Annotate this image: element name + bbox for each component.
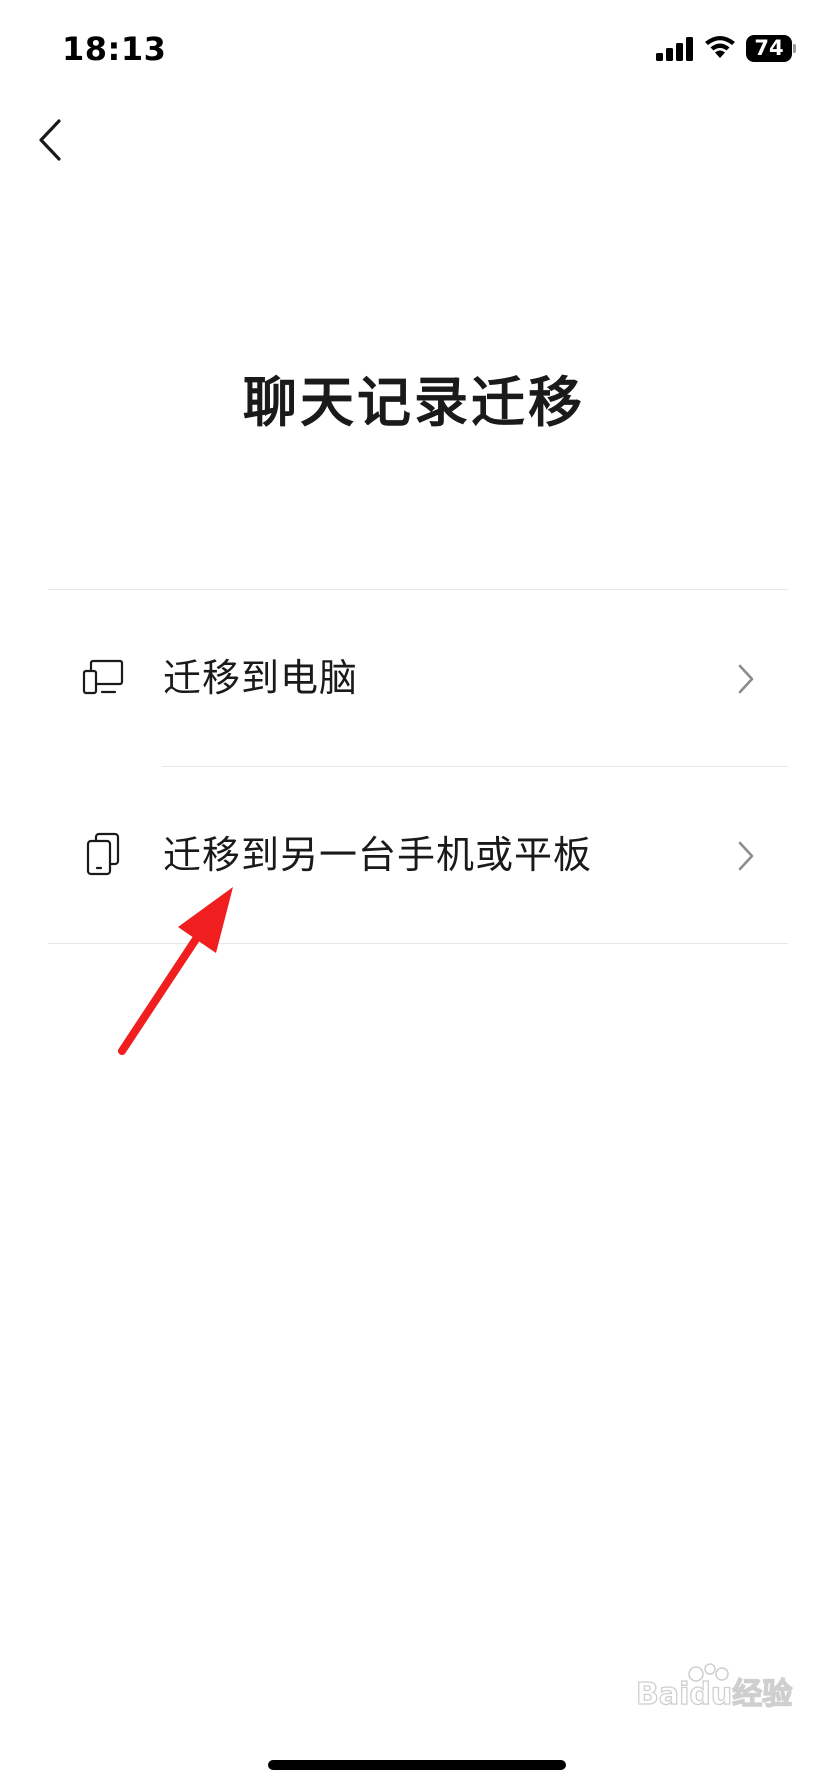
menu-item-label: 迁移到另一台手机或平板 [163,833,593,877]
battery-level: 74 [754,36,784,60]
wifi-icon [705,36,735,58]
chevron-right-icon [738,841,754,871]
chevron-left-icon [39,119,61,161]
chevron-right-icon [738,664,754,694]
annotation-arrow-icon [118,887,233,1055]
divider-middle [162,766,788,767]
status-time: 18:13 [62,30,167,68]
battery-icon: 74 [746,35,796,62]
cellular-signal-icon [656,37,693,61]
home-indicator[interactable] [268,1760,566,1770]
computer-icon [82,659,124,695]
divider-top [48,589,788,590]
baidu-watermark-icon: Baidu经验 [636,1663,793,1713]
page-title: 聊天记录迁移 [243,371,585,434]
phone-tablet-icon [86,832,120,876]
svg-text:Baidu经验: Baidu经验 [636,1677,792,1712]
status-bar: 18:13 74 [0,0,828,100]
back-button[interactable] [22,112,78,168]
menu-item-label: 迁移到电脑 [163,656,359,700]
menu-item-migrate-to-computer[interactable]: 迁移到电脑 [48,603,788,753]
